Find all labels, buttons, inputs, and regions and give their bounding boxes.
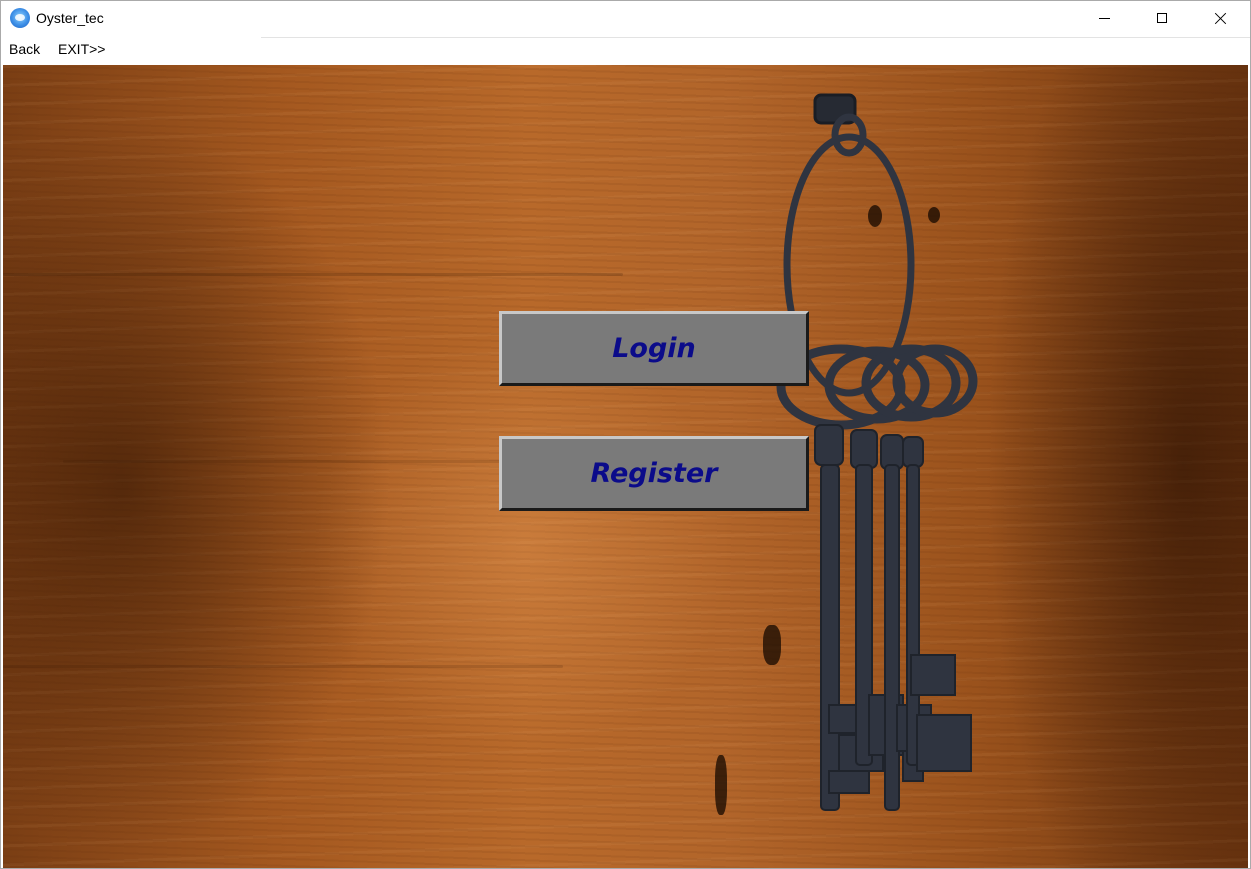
close-button[interactable] (1191, 1, 1249, 35)
maximize-button[interactable] (1133, 1, 1191, 35)
app-window: Oyster_tec Back EXIT>> Login Register (0, 0, 1251, 869)
login-button[interactable]: Login (499, 311, 809, 386)
title-bar[interactable]: Oyster_tec (1, 1, 1250, 37)
maximize-icon (1157, 13, 1167, 23)
menu-back[interactable]: Back (9, 41, 40, 57)
menu-exit[interactable]: EXIT>> (58, 41, 105, 57)
window-title: Oyster_tec (36, 10, 104, 26)
minimize-icon (1098, 17, 1110, 19)
app-icon (10, 8, 30, 28)
minimize-button[interactable] (1075, 1, 1133, 35)
menu-bar: Back EXIT>> (1, 38, 1250, 62)
register-button[interactable]: Register (499, 436, 809, 511)
close-icon (1214, 12, 1227, 25)
